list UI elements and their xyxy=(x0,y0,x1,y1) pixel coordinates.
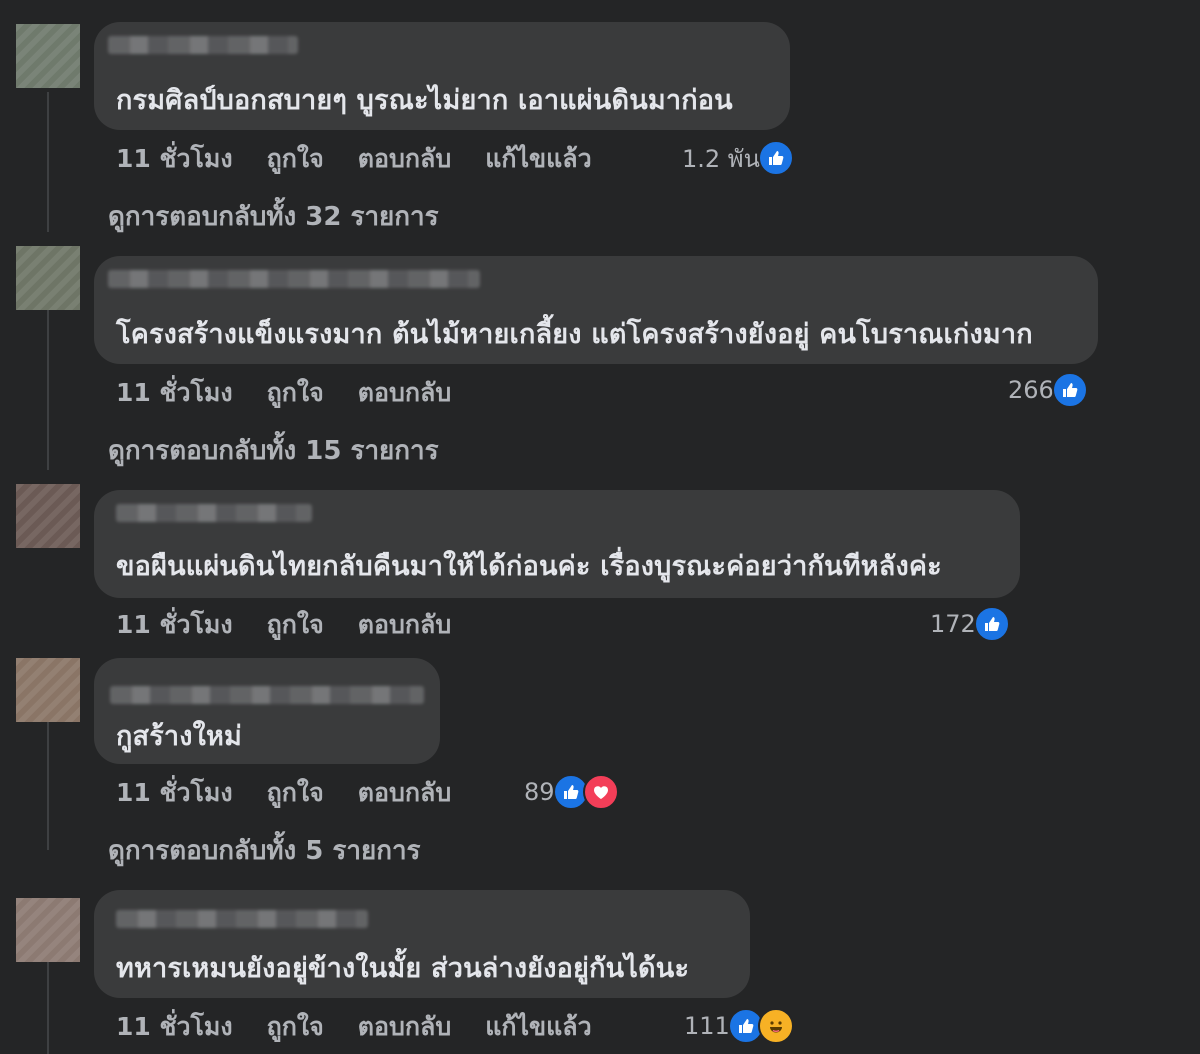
comment-text: กูสร้างใหม่ xyxy=(116,721,243,752)
like-button[interactable]: ถูกใจ xyxy=(267,373,324,413)
commenter-name[interactable] xyxy=(108,270,480,288)
thread-line xyxy=(47,92,49,232)
reply-button[interactable]: ตอบกลับ xyxy=(358,373,451,413)
timestamp[interactable]: 11 ชั่วโมง xyxy=(116,1007,233,1047)
like-button[interactable]: ถูกใจ xyxy=(267,605,324,645)
reaction-count: 89 xyxy=(524,778,555,806)
comment-bubble: กูสร้างใหม่ xyxy=(94,658,440,764)
reaction-summary[interactable]: 266 xyxy=(1008,370,1088,410)
reaction-count: 1.2 พัน xyxy=(682,144,761,173)
view-replies-link[interactable]: ดูการตอบกลับทั้ง 5 รายการ xyxy=(108,830,421,871)
edited-label: แก้ไขแล้ว xyxy=(485,1012,592,1041)
timestamp[interactable]: 11 ชั่วโมง xyxy=(116,605,233,645)
view-replies-link[interactable]: ดูการตอบกลับทั้ง 15 รายการ xyxy=(108,430,439,471)
commenter-name[interactable] xyxy=(108,36,298,54)
avatar[interactable] xyxy=(16,484,80,548)
like-button[interactable]: ถูกใจ xyxy=(267,773,324,813)
like-icon xyxy=(1051,372,1088,408)
like-button[interactable]: ถูกใจ xyxy=(267,139,324,179)
view-replies-link[interactable]: ดูการตอบกลับทั้ง 32 รายการ xyxy=(108,196,439,237)
reaction-summary[interactable]: 1.2 พัน xyxy=(682,138,795,178)
comment-meta: 11 ชั่วโมง ถูกใจ ตอบกลับ แก้ไขแล้ว xyxy=(116,142,626,176)
comment-meta: 11 ชั่วโมง ถูกใจ ตอบกลับ xyxy=(116,376,485,410)
thread-line xyxy=(47,960,49,1054)
reaction-count: 266 xyxy=(1008,376,1054,404)
avatar[interactable] xyxy=(16,246,80,310)
avatar[interactable] xyxy=(16,24,80,88)
avatar[interactable] xyxy=(16,898,80,962)
like-icon xyxy=(973,606,1010,642)
reply-button[interactable]: ตอบกลับ xyxy=(358,139,451,179)
reaction-summary[interactable]: 89 xyxy=(524,772,619,812)
thread-line xyxy=(47,310,49,470)
commenter-name[interactable] xyxy=(116,504,312,522)
comment-bubble: กรมศิลป์บอกสบายๆ บูรณะไม่ยาก เอาแผ่นดินม… xyxy=(94,22,790,130)
comment-bubble: โครงสร้างแข็งแรงมาก ต้นไม้หายเกลี้ยง แต่… xyxy=(94,256,1098,364)
reaction-count: 172 xyxy=(930,610,976,638)
commenter-name[interactable] xyxy=(110,686,424,704)
comment-text: กรมศิลป์บอกสบายๆ บูรณะไม่ยาก เอาแผ่นดินม… xyxy=(116,85,733,116)
love-icon xyxy=(582,774,619,810)
comment-bubble: ทหารเหมนยังอยู่ข้างในมั้ย ส่วนล่างยังอยู… xyxy=(94,890,750,998)
comment-meta: 11 ชั่วโมง ถูกใจ ตอบกลับ xyxy=(116,776,485,810)
like-button[interactable]: ถูกใจ xyxy=(267,1007,324,1047)
like-icon xyxy=(758,140,795,176)
avatar[interactable] xyxy=(16,658,80,722)
comment-text: ทหารเหมนยังอยู่ข้างในมั้ย ส่วนล่างยังอยู… xyxy=(116,953,690,984)
comment-meta: 11 ชั่วโมง ถูกใจ ตอบกลับ xyxy=(116,608,485,642)
reaction-summary[interactable]: 111 xyxy=(684,1006,794,1046)
reaction-count: 111 xyxy=(684,1012,730,1040)
comment-bubble: ขอผืนแผ่นดินไทยกลับคืนมาให้ได้ก่อนค่ะ เร… xyxy=(94,490,1020,598)
thread-line xyxy=(47,720,49,850)
commenter-name[interactable] xyxy=(116,910,368,928)
reply-button[interactable]: ตอบกลับ xyxy=(358,773,451,813)
reply-button[interactable]: ตอบกลับ xyxy=(358,605,451,645)
comment-meta: 11 ชั่วโมง ถูกใจ ตอบกลับ แก้ไขแล้ว xyxy=(116,1010,626,1044)
edited-label: แก้ไขแล้ว xyxy=(485,144,592,173)
reply-button[interactable]: ตอบกลับ xyxy=(358,1007,451,1047)
timestamp[interactable]: 11 ชั่วโมง xyxy=(116,773,233,813)
comment-text: โครงสร้างแข็งแรงมาก ต้นไม้หายเกลี้ยง แต่… xyxy=(116,319,1033,350)
timestamp[interactable]: 11 ชั่วโมง xyxy=(116,139,233,179)
timestamp[interactable]: 11 ชั่วโมง xyxy=(116,373,233,413)
reaction-summary[interactable]: 172 xyxy=(930,604,1010,644)
haha-icon xyxy=(757,1008,794,1044)
comment-text: ขอผืนแผ่นดินไทยกลับคืนมาให้ได้ก่อนค่ะ เร… xyxy=(116,551,942,582)
